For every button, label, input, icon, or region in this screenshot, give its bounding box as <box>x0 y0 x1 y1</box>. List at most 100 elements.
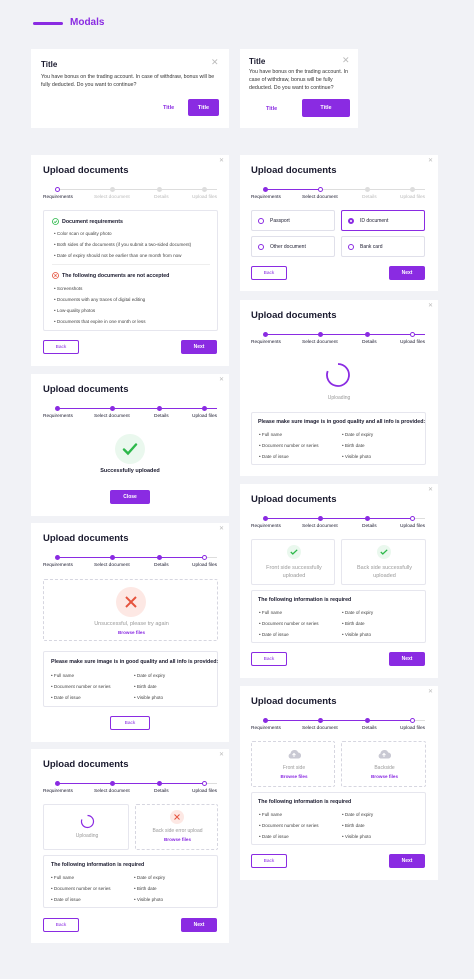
info-title: The following information is required <box>258 799 352 805</box>
step-dot <box>55 187 60 192</box>
doc-option-passport[interactable]: Passport <box>251 210 335 231</box>
modal-small-left: Title ✕ You have bonus on the trading ac… <box>31 49 229 128</box>
error-icon-bg <box>170 810 184 824</box>
info-item: • Visible photo <box>342 632 372 637</box>
radio-icon <box>258 243 264 250</box>
back-button[interactable]: Back <box>251 266 287 280</box>
back-dropzone[interactable]: Backside Browse files <box>341 741 426 787</box>
close-icon[interactable]: ✕ <box>219 526 224 532</box>
modal-title: Title <box>41 60 58 69</box>
front-dropzone[interactable]: Front side Browse files <box>251 741 335 787</box>
step-label: Select document <box>94 414 130 419</box>
step-dot <box>202 406 207 411</box>
cross-icon <box>174 814 180 820</box>
next-button[interactable]: Next <box>181 918 217 932</box>
upload-card-failure: Upload documents ✕ Requirements Select d… <box>31 523 229 742</box>
front-upload-box: Front side successfully uploaded <box>251 539 335 585</box>
step-label: Select document <box>302 195 338 200</box>
back-button[interactable]: Back <box>43 918 79 932</box>
info-item: • Document number or series <box>259 443 319 448</box>
modal-link[interactable]: Title <box>163 105 174 111</box>
spinner-icon <box>326 363 350 387</box>
step-dot <box>157 187 162 192</box>
browse-files-link[interactable]: Browse files <box>252 774 336 779</box>
next-button[interactable]: Next <box>389 266 425 280</box>
stepper: Requirements Select document Details Upl… <box>43 406 218 422</box>
close-icon[interactable]: ✕ <box>219 158 224 164</box>
requirement-item: • Documents with any traces of digital e… <box>54 297 146 302</box>
section-title: Modals <box>70 17 105 28</box>
next-button[interactable]: Next <box>181 340 217 354</box>
step-label: Requirements <box>43 414 73 419</box>
info-title: The following information is required <box>258 597 352 603</box>
info-item: • Visible photo <box>134 695 164 700</box>
close-icon[interactable]: ✕ <box>428 303 433 309</box>
stepper: Requirements Select document Details Upl… <box>251 718 426 734</box>
close-icon[interactable]: ✕ <box>428 689 433 695</box>
step-label: Details <box>154 195 169 200</box>
error-icon-bg <box>116 587 146 617</box>
accepted-title: Document requirements <box>62 219 123 225</box>
requirement-item: • Low-quality photos <box>54 308 96 313</box>
back-upload-box[interactable]: Back side error upload Browse files <box>135 804 218 850</box>
step-label: Requirements <box>251 340 281 345</box>
back-button[interactable]: Back <box>110 716 150 730</box>
browse-files-link[interactable]: Browse files <box>44 630 219 635</box>
upload-card-uploading-error: Upload documents ✕ Requirements Select d… <box>31 749 229 943</box>
back-button[interactable]: Back <box>43 340 79 354</box>
doc-option-id[interactable]: ID document <box>341 210 425 231</box>
check-circle-icon <box>52 218 59 225</box>
doc-option-bank-card[interactable]: Bank card <box>341 236 425 257</box>
step-dot <box>410 516 415 521</box>
close-button[interactable]: Close <box>110 490 150 504</box>
quality-title: Please make sure image is in good qualit… <box>51 659 219 665</box>
step-dot <box>55 781 60 786</box>
next-button[interactable]: Next <box>389 652 425 666</box>
upload-card-requirements: Upload documents ✕ Requirements Select d… <box>31 155 229 366</box>
upload-title: Upload documents <box>251 165 337 176</box>
step-label: Upload files <box>400 524 426 529</box>
front-side-label: Front side <box>282 765 306 771</box>
upload-dropzone[interactable]: Unsuccessful, please try again Browse fi… <box>43 579 218 641</box>
step-label: Details <box>362 195 377 200</box>
front-success-text: Front side successfully uploaded <box>266 565 322 579</box>
modal-primary-button[interactable]: Title <box>188 99 219 116</box>
checkmark-icon <box>122 443 138 456</box>
info-title: The following information is required <box>51 862 145 868</box>
back-button[interactable]: Back <box>251 854 287 868</box>
browse-files-link[interactable]: Browse files <box>136 837 219 842</box>
info-item: • Full name <box>51 673 75 678</box>
close-icon[interactable]: ✕ <box>211 58 219 67</box>
info-item: • Visible photo <box>134 897 164 902</box>
quality-box: Please make sure image is in good qualit… <box>251 412 426 465</box>
doc-option-other[interactable]: Other document <box>251 236 335 257</box>
quality-title: Please make sure image is in good qualit… <box>258 419 426 425</box>
info-item: • Date of expiry <box>342 812 374 817</box>
step-dot <box>365 332 370 337</box>
step-label: Details <box>362 726 377 731</box>
close-icon[interactable]: ✕ <box>428 487 433 493</box>
step-dot <box>410 718 415 723</box>
upload-card-both-success: Upload documents ✕ Requirements Select d… <box>240 484 438 678</box>
requirement-item: • Screenshots <box>54 286 83 291</box>
back-success-text: Back side successfully uploaded <box>356 565 413 579</box>
backside-label: Backside <box>374 765 395 771</box>
step-dot <box>55 555 60 560</box>
upload-card-browse: Upload documents ✕ Requirements Select d… <box>240 686 438 880</box>
step-dot <box>202 187 207 192</box>
back-button[interactable]: Back <box>251 652 287 666</box>
info-item: • Date of issue <box>51 695 81 700</box>
stepper: Requirements Select document Details Upl… <box>251 516 426 532</box>
close-icon[interactable]: ✕ <box>219 752 224 758</box>
next-button[interactable]: Next <box>389 854 425 868</box>
cloud-upload-icon <box>378 749 391 759</box>
close-icon[interactable]: ✕ <box>428 158 433 164</box>
step-dot <box>410 187 415 192</box>
step-label: Details <box>362 340 377 345</box>
close-icon[interactable]: ✕ <box>342 56 350 65</box>
close-icon[interactable]: ✕ <box>219 377 224 383</box>
modal-link[interactable]: Title <box>266 106 277 112</box>
info-item: • Document number or series <box>259 621 319 626</box>
modal-primary-button[interactable]: Title <box>302 99 350 117</box>
browse-files-link[interactable]: Browse files <box>342 774 427 779</box>
